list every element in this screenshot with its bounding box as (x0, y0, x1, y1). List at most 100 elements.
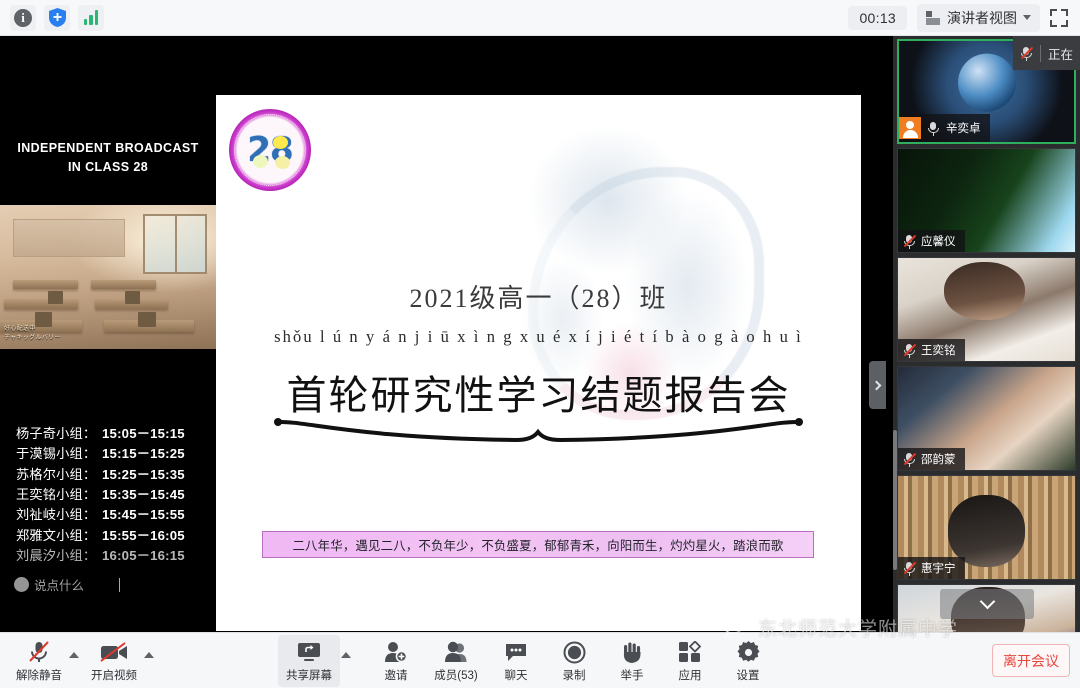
schedule-group: 郑雅文小组： (16, 527, 97, 543)
microphone-muted-icon (903, 234, 917, 249)
video-options-caret-icon[interactable] (144, 652, 154, 658)
schedule-time: 15:55－16:05 (102, 527, 185, 543)
schedule-group: 苏格尔小组： (16, 466, 97, 482)
info-icon: i (14, 8, 32, 27)
info-button[interactable]: i (10, 4, 36, 31)
invite-button[interactable]: 邀请 (367, 635, 425, 687)
schedule-row: 刘祉岐小组： 15:45－15:55 (16, 505, 216, 525)
audio-toggle-button[interactable]: 解除静音 (10, 635, 68, 687)
microphone-muted-icon (903, 561, 917, 576)
person-add-icon (384, 640, 408, 665)
schedule-group: 刘祉岐小组： (16, 507, 97, 523)
chat-button[interactable]: 聊天 (487, 635, 545, 687)
slide-banner: 二八年华，遇见二八，不负年少，不负盛夏，郁郁青禾，向阳而生，灼灼星火，踏浪而歌 (262, 531, 814, 558)
decorative-flourish (216, 418, 861, 444)
record-label: 录制 (562, 669, 586, 682)
apps-button[interactable]: 应用 (661, 635, 719, 687)
chat-bubble-icon (504, 640, 528, 665)
microphone-muted-icon (1020, 46, 1034, 61)
chevron-down-icon (1023, 15, 1031, 20)
share-screen-icon (296, 640, 322, 665)
participant-name: 惠宇宁 (921, 563, 956, 575)
meeting-toolbar: 解除静音 开启视频 共享屏幕 邀请 成员(53) 聊天 录制 举手 应用 设置 … (0, 632, 1080, 688)
schedule-row: 杨子奇小组： 15:05－15:15 (16, 424, 216, 444)
toolbar-center-group: 共享屏幕 邀请 成员(53) 聊天 录制 举手 应用 设置 (278, 633, 777, 688)
video-toggle-button[interactable]: 开启视频 (85, 635, 143, 687)
record-button[interactable]: 录制 (545, 635, 603, 687)
broadcast-title-line1: INDEPENDENT BROADCAST (17, 141, 199, 155)
chat-label: 聊天 (504, 669, 528, 682)
logo-ring (234, 114, 306, 186)
schedule-row: 刘晨汐小组： 16:05－16:15 (16, 546, 216, 566)
chevron-right-icon (871, 380, 882, 390)
people-icon (443, 640, 469, 665)
participant-strip-scrollbar[interactable] (893, 430, 897, 570)
collapse-panel-button[interactable] (869, 361, 886, 409)
raise-hand-label: 举手 (620, 669, 644, 682)
schedule-time: 15:35－15:45 (102, 486, 185, 502)
window (142, 213, 208, 275)
participant-tile[interactable]: 邵韵蒙 (897, 366, 1076, 471)
divider (1040, 44, 1041, 62)
participant-tile[interactable]: 应馨仪 (897, 148, 1076, 253)
network-signal-icon (83, 10, 99, 25)
audio-options-caret-icon[interactable] (69, 652, 79, 658)
shared-screen-stage[interactable]: INDEPENDENT BROADCAST IN CLASS 28 好⼼配送中 (0, 36, 893, 632)
chat-input-overlay[interactable]: 说点什么 (14, 575, 121, 594)
participant-label: 应馨仪 (898, 230, 965, 252)
schedule-row: 王奕铭小组： 15:35－15:45 (16, 485, 216, 505)
schedule-row: 郑雅文小组： 15:55－16:05 (16, 526, 216, 546)
fullscreen-icon[interactable] (1050, 8, 1068, 27)
security-button[interactable] (44, 4, 70, 31)
participants-button[interactable]: 成员(53) (425, 635, 487, 687)
settings-label: 设置 (736, 669, 760, 682)
participant-tile[interactable]: 王奕铭 (897, 257, 1076, 362)
top-bar-left-icons: i (0, 4, 104, 31)
invite-label: 邀请 (384, 669, 408, 682)
schedule-row: 苏格尔小组： 15:25－15:35 (16, 465, 216, 485)
schedule-row: 于漠锡小组： 15:15－15:25 (16, 444, 216, 464)
slide-title: 首轮研究性学习结题报告会 (286, 373, 791, 418)
audio-toggle-label: 解除静音 (16, 669, 62, 682)
status-text: 正在 (1048, 47, 1074, 62)
logo-accent (253, 155, 268, 168)
network-quality-button[interactable] (78, 4, 104, 31)
settings-button[interactable]: 设置 (719, 635, 777, 687)
schedule-time: 15:25－15:35 (102, 466, 185, 482)
leave-meeting-button[interactable]: 离开会议 (992, 644, 1070, 677)
raise-hand-button[interactable]: 举手 (603, 635, 661, 687)
share-screen-label: 共享屏幕 (286, 669, 332, 682)
participant-strip[interactable]: 辛奕卓 应馨仪 王奕铭 邵韵蒙 惠宇宁 (893, 36, 1080, 632)
participant-name: 王奕铭 (921, 345, 956, 357)
broadcast-title-line2: IN CLASS 28 (67, 160, 149, 175)
classroom-photo: 好⼼配送中 チャキッグルバリー (0, 205, 216, 349)
scroll-down-button[interactable] (940, 589, 1034, 619)
slide-pinyin: shǒu l ú n y á n j i ū x ì n g x u é x í… (274, 327, 803, 346)
broadcast-heading: INDEPENDENT BROADCAST IN CLASS 28 (0, 139, 216, 178)
presentation-slide: 28 2021级高一（28）班 shǒu l ú n y á n j i ū x… (216, 95, 861, 631)
microphone-muted-icon (903, 452, 917, 467)
share-screen-button[interactable]: 共享屏幕 (278, 635, 340, 687)
share-options-caret-icon[interactable] (341, 652, 351, 658)
top-bar: i 00:13 演讲者视图 (0, 0, 1080, 36)
participant-name: 邵韵蒙 (921, 454, 956, 466)
logo-accent (273, 136, 288, 149)
avatar (14, 577, 29, 592)
broadcast-column: INDEPENDENT BROADCAST IN CLASS 28 好⼼配送中 (0, 36, 216, 632)
view-mode-label: 演讲者视图 (947, 9, 1017, 26)
participant-tile[interactable]: 惠宇宁 (897, 475, 1076, 580)
schedule-time: 15:45－15:55 (102, 507, 185, 523)
meeting-timer: 00:13 (848, 5, 907, 30)
apps-label: 应用 (678, 669, 702, 682)
slide-class-line: 2021级高一（28）班 (409, 284, 668, 313)
classroom-caption-line2: チャキッグルバリー (4, 335, 61, 341)
microphone-muted-icon (927, 121, 940, 136)
participant-label: 惠宇宁 (898, 557, 965, 579)
video-toggle-label: 开启视频 (91, 669, 137, 682)
schedule-group: 刘晨汐小组： (16, 547, 97, 563)
view-mode-selector[interactable]: 演讲者视图 (917, 3, 1040, 32)
classroom-caption-line1: 好⼼配送中 (4, 326, 36, 332)
classroom-caption: 好⼼配送中 チャキッグルバリー (4, 325, 61, 343)
schedule-group: 王奕铭小组： (16, 486, 97, 502)
participant-label: 辛奕卓 (899, 114, 990, 142)
